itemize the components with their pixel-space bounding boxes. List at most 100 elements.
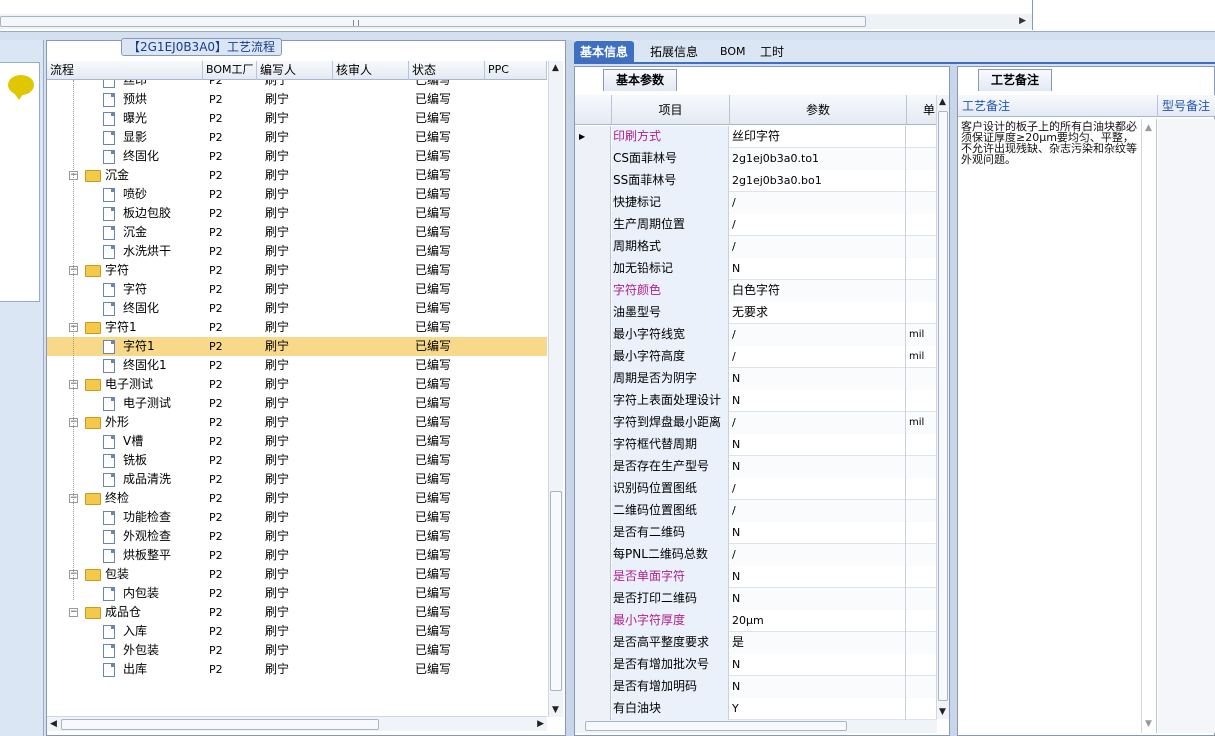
row-selector[interactable] (575, 566, 611, 588)
tree-vscroll-thumb[interactable] (550, 491, 562, 691)
tab-bom[interactable]: BOM (714, 41, 752, 63)
row-selector[interactable] (575, 148, 611, 170)
left-splitter[interactable] (566, 40, 574, 736)
row-selector[interactable] (575, 676, 611, 698)
tree-folder-row[interactable]: − 成品仓 P2 刷宁 已编写 (47, 603, 547, 622)
column-header-status[interactable]: 状态 (409, 61, 485, 80)
param-row[interactable]: 是否单面字符 N (575, 566, 937, 588)
param-row[interactable]: 是否打印二维码 N (575, 588, 937, 610)
tree-step-row[interactable]: 成品清洗 P2 刷宁 已编写 (47, 470, 547, 489)
param-row[interactable]: 加无铅标记 N (575, 258, 937, 280)
tree-step-row[interactable]: 终固化 P2 刷宁 已编写 (47, 147, 547, 166)
param-row[interactable]: 字符框代替周期 N (575, 434, 937, 456)
row-selector[interactable] (575, 544, 611, 566)
param-value-cell[interactable]: N (730, 566, 906, 588)
row-selector[interactable] (575, 192, 611, 214)
tree-step-row[interactable]: 字符 P2 刷宁 已编写 (47, 280, 547, 299)
tree-step-row[interactable]: 入库 P2 刷宁 已编写 (47, 622, 547, 641)
param-row[interactable]: 字符颜色 白色字符 (575, 280, 937, 302)
param-value-cell[interactable]: 白色字符 (730, 280, 906, 302)
param-row[interactable]: 每PNL二维码总数 / (575, 544, 937, 566)
tree-folder-row[interactable]: − 字符1 P2 刷宁 已编写 (47, 318, 547, 337)
param-row[interactable]: ▶ 印刷方式 丝印字符 (575, 126, 937, 148)
param-row[interactable]: 识别码位置图纸 / (575, 478, 937, 500)
tree-step-row[interactable]: 板边包胶 P2 刷宁 已编写 (47, 204, 547, 223)
param-value-cell[interactable]: N (730, 456, 906, 478)
tree-step-row[interactable]: 外观检查 P2 刷宁 已编写 (47, 527, 547, 546)
tree-step-row[interactable]: 出库 P2 刷宁 已编写 (47, 660, 547, 679)
param-row[interactable]: 最小字符线宽 / mil (575, 324, 937, 346)
param-row[interactable]: 油墨型号 无要求 (575, 302, 937, 324)
param-row[interactable]: SS面菲林号 2g1ej0b3a0.bo1 (575, 170, 937, 192)
param-value-cell[interactable]: N (730, 390, 906, 412)
tree-step-row[interactable]: 电子测试 P2 刷宁 已编写 (47, 394, 547, 413)
column-header-item[interactable]: 项目 (612, 95, 730, 125)
row-selector[interactable] (575, 280, 611, 302)
tree-hscroll-thumb[interactable] (61, 719, 379, 730)
row-selector[interactable] (575, 390, 611, 412)
tab-extended-info[interactable]: 拓展信息 (644, 41, 704, 63)
param-row[interactable]: 是否有二维码 N (575, 522, 937, 544)
row-selector[interactable] (575, 214, 611, 236)
scroll-down-arrow-icon[interactable]: ▼ (939, 707, 946, 717)
scroll-up-arrow-icon[interactable]: ▲ (939, 97, 946, 107)
process-note-text[interactable]: 客户设计的板子上的所有白油块都必须保证厚度≥20μm要均匀、平整，不允许出现残缺… (961, 121, 1141, 165)
tree-step-row[interactable]: 终固化1 P2 刷宁 已编写 (47, 356, 547, 375)
tree-folder-row[interactable]: − 电子测试 P2 刷宁 已编写 (47, 375, 547, 394)
row-selector[interactable] (575, 522, 611, 544)
param-value-cell[interactable]: / (730, 412, 906, 434)
param-row[interactable]: 生产周期位置 / (575, 214, 937, 236)
param-value-cell[interactable]: / (730, 192, 906, 214)
column-header-model-note[interactable]: 型号备注 (1158, 95, 1215, 117)
row-selector[interactable] (575, 654, 611, 676)
param-value-cell[interactable]: / (730, 346, 906, 368)
tab-work-hours[interactable]: 工时 (754, 41, 790, 63)
column-header-process-note[interactable]: 工艺备注 (958, 95, 1158, 117)
scroll-down-arrow-icon[interactable]: ▼ (1145, 719, 1152, 729)
param-row[interactable]: CS面菲林号 2g1ej0b3a0.to1 (575, 148, 937, 170)
param-value-cell[interactable]: 20μm (730, 610, 906, 632)
param-row[interactable]: 是否存在生产型号 N (575, 456, 937, 478)
param-value-cell[interactable]: / (730, 324, 906, 346)
param-value-cell[interactable]: N (730, 676, 906, 698)
tree-step-row[interactable]: 水洗烘干 P2 刷宁 已编写 (47, 242, 547, 261)
chat-bubble-icon[interactable] (8, 75, 34, 100)
param-value-cell[interactable]: N (730, 368, 906, 390)
param-value-cell[interactable]: 2g1ej0b3a0.bo1 (730, 170, 906, 192)
row-selector[interactable] (575, 698, 611, 720)
param-row[interactable]: 二维码位置图纸 / (575, 500, 937, 522)
params-horizontal-scrollbar[interactable] (575, 720, 937, 733)
tree-folder-row[interactable]: − 终检 P2 刷宁 已编写 (47, 489, 547, 508)
row-selector[interactable] (575, 412, 611, 434)
tree-step-row[interactable]: 外包装 P2 刷宁 已编写 (47, 641, 547, 660)
param-row[interactable]: 是否有增加批次号 N (575, 654, 937, 676)
param-row[interactable]: 是否有增加明码 N (575, 676, 937, 698)
param-row[interactable]: 最小字符厚度 20μm (575, 610, 937, 632)
param-row[interactable]: 是否高平整度要求是 (575, 632, 937, 654)
column-header-ppc[interactable]: PPC (485, 61, 547, 80)
row-selector[interactable] (575, 236, 611, 258)
param-row[interactable]: 快捷标记 / (575, 192, 937, 214)
collapse-toggle-icon[interactable]: − (69, 608, 78, 617)
model-note-cell[interactable] (1158, 119, 1215, 733)
tree-step-row[interactable]: 烘板整平 P2 刷宁 已编写 (47, 546, 547, 565)
param-value-cell[interactable]: N (730, 434, 906, 456)
params-hscroll-thumb[interactable] (585, 721, 847, 731)
basic-params-tab[interactable]: 基本参数 (603, 69, 678, 91)
row-selector[interactable] (575, 478, 611, 500)
tab-basic-info[interactable]: 基本信息 (574, 41, 635, 63)
param-value-cell[interactable]: N (730, 522, 906, 544)
row-selector[interactable] (575, 368, 611, 390)
param-row[interactable]: 周期格式 / (575, 236, 937, 258)
tree-step-row[interactable]: 功能检查 P2 刷宁 已编写 (47, 508, 547, 527)
param-value-cell[interactable]: N (730, 588, 906, 610)
tree-horizontal-scrollbar[interactable]: ◀ ▶ (47, 716, 547, 731)
tree-step-row[interactable]: 内包装 P2 刷宁 已编写 (47, 584, 547, 603)
tree-step-row[interactable]: 沉金 P2 刷宁 已编写 (47, 223, 547, 242)
param-value-cell[interactable]: 无要求 (730, 302, 906, 324)
param-value-cell[interactable]: / (730, 544, 906, 566)
row-selector[interactable] (575, 588, 611, 610)
tree-folder-row[interactable]: − 包装 P2 刷宁 已编写 (47, 565, 547, 584)
tree-folder-row[interactable]: − 字符 P2 刷宁 已编写 (47, 261, 547, 280)
row-selector[interactable]: ▶ (575, 126, 611, 148)
